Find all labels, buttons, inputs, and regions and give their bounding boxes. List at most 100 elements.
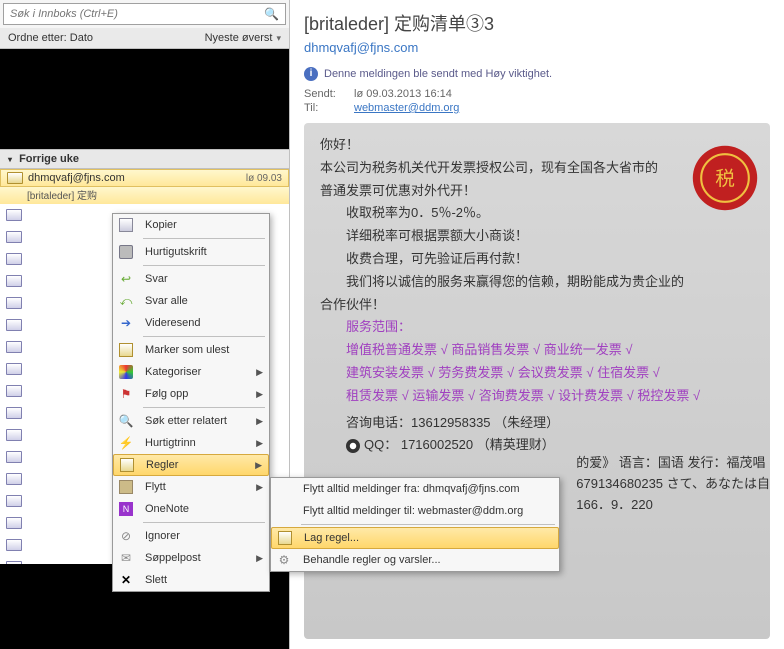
envelope-icon xyxy=(6,495,22,507)
sort-order[interactable]: Nyeste øverst xyxy=(205,32,273,44)
ctx-move[interactable]: Flytt▶ xyxy=(113,476,269,498)
categories-icon xyxy=(119,365,133,379)
message-from: dhmqvafj@fjns.com xyxy=(28,172,241,184)
sort-label: Ordne etter: Dato xyxy=(8,32,205,44)
chevron-down-icon: ▾ xyxy=(276,33,281,44)
ctx-rules[interactable]: Regler▶ xyxy=(113,454,269,476)
delete-icon: ✕ xyxy=(121,573,131,587)
flag-icon: ⚑ xyxy=(121,387,132,401)
ctx-onenote[interactable]: NOneNote xyxy=(113,498,269,520)
envelope-icon xyxy=(6,539,22,551)
folder-icon xyxy=(119,480,133,494)
ignore-icon: ⊘ xyxy=(121,529,131,543)
ctx-junk[interactable]: ✉Søppelpost▶ xyxy=(113,547,269,569)
envelope-icon xyxy=(6,319,22,331)
envelope-icon xyxy=(6,473,22,485)
envelope-icon xyxy=(6,429,22,441)
message-item-selected[interactable]: dhmqvafj@fjns.com lø 09.03 xyxy=(0,169,289,187)
mail-from[interactable]: dhmqvafj@fjns.com xyxy=(304,40,770,55)
body-line: 本公司为税务机关代开发票授权公司，现有全国各大省市的 xyxy=(320,158,754,179)
info-icon: i xyxy=(304,67,318,81)
chevron-right-icon: ▶ xyxy=(256,389,263,400)
print-icon xyxy=(119,245,133,259)
body-line: 收取税率为0．5％-2％。 xyxy=(320,203,754,224)
body-bullet: 租赁发票 √ 运输发票 √ 咨询费发票 √ 设计费发票 √ 税控发票 √ xyxy=(320,386,754,407)
ctx-always-move-from[interactable]: Flytt alltid meldinger fra: dhmqvafj@fjn… xyxy=(271,478,559,500)
importance-bar: i Denne meldingen ble sendt med Høy vikt… xyxy=(304,67,770,81)
envelope-icon xyxy=(119,343,133,357)
ctx-copy[interactable]: Kopier xyxy=(113,214,269,236)
lightning-icon: ⚡ xyxy=(119,436,134,450)
search-box[interactable]: 🔍 xyxy=(3,3,286,25)
rule-icon xyxy=(278,531,292,545)
envelope-icon xyxy=(6,363,22,375)
ctx-manage-rules[interactable]: ⚙Behandle regler og varsler... xyxy=(271,549,559,571)
body-phone: 咨询电话：13612958335 （朱经理） xyxy=(320,413,754,434)
body-line: 我们将以诚信的服务来赢得您的信赖，期盼能成为贵企业的 xyxy=(320,272,754,293)
message-subject: [britaleder] 定购 xyxy=(0,187,289,204)
envelope-icon xyxy=(6,253,22,265)
body-tail: 166．9．220 xyxy=(576,495,770,516)
ctx-mark-unread[interactable]: Marker som ulest xyxy=(113,339,269,361)
svg-text:税: 税 xyxy=(715,168,735,190)
gear-icon: ⚙ xyxy=(279,553,290,567)
mail-meta: Sendt: lø 09.03.2013 16:14 Til: webmaste… xyxy=(304,87,770,115)
envelope-icon xyxy=(6,231,22,243)
ctx-ignore[interactable]: ⊘Ignorer xyxy=(113,525,269,547)
ctx-reply-all[interactable]: ⤺Svar alle xyxy=(113,290,269,312)
chevron-right-icon: ▶ xyxy=(256,416,263,427)
body-line: 合作伙伴！ xyxy=(320,295,754,316)
ctx-quick-print[interactable]: Hurtigutskrift xyxy=(113,241,269,263)
rules-icon xyxy=(120,458,134,472)
search-icon: 🔍 xyxy=(119,414,134,428)
envelope-icon xyxy=(6,341,22,353)
ctx-categorize[interactable]: Kategoriser▶ xyxy=(113,361,269,383)
envelope-icon xyxy=(6,407,22,419)
to-value[interactable]: webmaster@ddm.org xyxy=(354,102,459,114)
onenote-icon: N xyxy=(119,502,133,516)
search-input[interactable] xyxy=(10,8,264,20)
body-line: 收费合理，可先验证后再付款！ xyxy=(320,249,754,270)
ctx-follow-up[interactable]: ⚑Følg opp▶ xyxy=(113,383,269,405)
envelope-icon xyxy=(6,517,22,529)
envelope-icon xyxy=(6,297,22,309)
body-tail: 679134680235 さて、あなたは自 xyxy=(576,474,770,495)
ctx-delete[interactable]: ✕Slett xyxy=(113,569,269,591)
ctx-quick-steps[interactable]: ⚡Hurtigtrinn▶ xyxy=(113,432,269,454)
sent-label: Sendt: xyxy=(304,88,344,100)
group-header[interactable]: Forrige uke xyxy=(0,149,289,169)
ctx-forward[interactable]: ➔Videresend xyxy=(113,312,269,334)
mail-subject: [britaleder] 定购清单③3 xyxy=(304,10,770,36)
sort-bar[interactable]: Ordne etter: Dato Nyeste øverst ▾ xyxy=(0,28,289,49)
sent-value: lø 09.03.2013 16:14 xyxy=(354,88,452,100)
junk-icon: ✉ xyxy=(121,551,131,565)
search-icon[interactable]: 🔍 xyxy=(264,7,279,21)
ctx-create-rule[interactable]: Lag regel... xyxy=(271,527,559,549)
envelope-icon xyxy=(6,209,22,221)
body-bullet: 增值税普通发票 √ 商品销售发票 √ 商业统一发票 √ xyxy=(320,340,754,361)
envelope-icon xyxy=(6,275,22,287)
reply-all-icon: ⤺ xyxy=(120,294,133,309)
context-menu[interactable]: Kopier Hurtigutskrift ↩Svar ⤺Svar alle ➔… xyxy=(112,213,270,592)
ctx-reply[interactable]: ↩Svar xyxy=(113,268,269,290)
redacted-area xyxy=(0,49,289,149)
body-line: 普通发票可优惠对外代开！ xyxy=(320,181,754,202)
rules-submenu[interactable]: Flytt alltid meldinger fra: dhmqvafj@fjn… xyxy=(270,477,560,572)
to-label: Til: xyxy=(304,102,344,114)
chevron-right-icon: ▶ xyxy=(256,553,263,564)
ctx-always-move-to[interactable]: Flytt alltid meldinger til: webmaster@dd… xyxy=(271,500,559,522)
message-date: lø 09.03 xyxy=(246,173,282,184)
body-line: 详细税率可根据票额大小商谈！ xyxy=(320,226,754,247)
body-bullet: 建筑安装发票 √ 劳务费发票 √ 会议费发票 √ 住宿发票 √ xyxy=(320,363,754,384)
body-qq: QQ： 1716002520 （精英理财） xyxy=(364,437,555,452)
stamp-icon: 税 xyxy=(690,143,760,213)
chevron-right-icon: ▶ xyxy=(255,460,262,471)
ctx-find-related[interactable]: 🔍Søk etter relatert▶ xyxy=(113,410,269,432)
body-line: 你好！ xyxy=(320,135,754,156)
importance-text: Denne meldingen ble sendt med Høy viktig… xyxy=(324,68,552,80)
copy-icon xyxy=(119,218,133,232)
chevron-right-icon: ▶ xyxy=(256,367,263,378)
qq-icon xyxy=(346,439,360,453)
envelope-icon xyxy=(7,172,23,184)
chevron-right-icon: ▶ xyxy=(256,438,263,449)
